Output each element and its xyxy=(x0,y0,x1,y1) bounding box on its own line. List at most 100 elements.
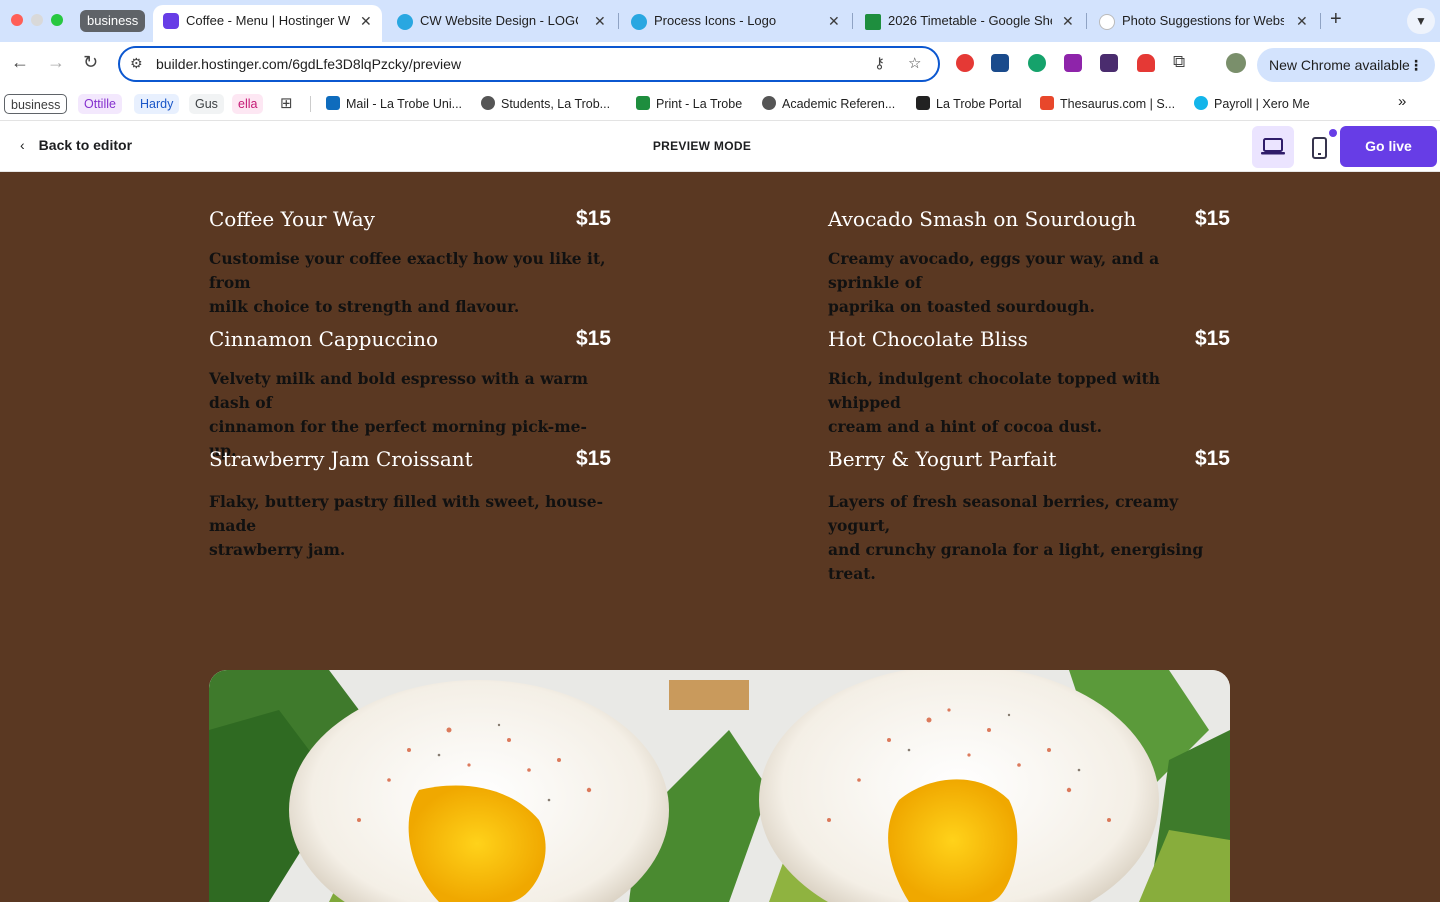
adblock-plus-extension-icon[interactable] xyxy=(956,54,974,72)
bookmark-label: Academic Referen... xyxy=(782,97,896,111)
menu-item-name: Cinnamon Cappuccino xyxy=(209,327,439,351)
description-line: Layers of fresh seasonal berries, creamy… xyxy=(828,492,1179,535)
bookmark-label: Payroll | Xero Me xyxy=(1214,97,1310,111)
latrobe-icon xyxy=(762,96,776,110)
bookmark-academic-referencing[interactable]: Academic Referen... xyxy=(762,96,895,111)
tab-title: Process Icons - Logo xyxy=(654,13,777,28)
minimize-window-button[interactable] xyxy=(31,14,43,26)
back-arrow-icon[interactable]: ← xyxy=(11,52,29,73)
google-sheets-favicon-icon xyxy=(865,14,881,30)
new-tab-plus-icon[interactable]: + xyxy=(1330,8,1342,31)
menu-item-name: Coffee Your Way xyxy=(209,207,375,231)
browser-tab-photo-suggestions[interactable]: Photo Suggestions for Webs ✕ xyxy=(1089,6,1317,36)
go-live-button[interactable]: Go live xyxy=(1340,126,1437,167)
description-line: Rich, indulgent chocolate topped with wh… xyxy=(828,369,1161,412)
apps-grid-icon[interactable]: ⊞ xyxy=(280,94,293,112)
menu-item-name: Avocado Smash on Sourdough xyxy=(828,207,1137,231)
menu-item-name: Hot Chocolate Bliss xyxy=(828,327,1028,351)
menu-item-description: Flaky, buttery pastry filled with sweet,… xyxy=(209,490,611,562)
menu-item-description: Rich, indulgent chocolate topped with wh… xyxy=(828,367,1230,439)
menu-item-description: Customise your coffee exactly how you li… xyxy=(209,247,611,319)
menu-item-price: $15 xyxy=(575,327,611,350)
tab-search-chevron-icon[interactable]: ▼ xyxy=(1407,8,1435,34)
bookmark-group-ella[interactable]: ella xyxy=(232,94,264,114)
menu-item-name: Berry & Yogurt Parfait xyxy=(828,447,1057,471)
new-chrome-available-button[interactable]: New Chrome available ⋮ xyxy=(1257,48,1435,82)
close-tab-icon[interactable]: ✕ xyxy=(594,6,606,36)
bookmark-label: Students, La Trob... xyxy=(501,97,611,111)
tab-title: Photo Suggestions for Webs xyxy=(1122,13,1284,28)
password-key-icon[interactable]: ⚷ xyxy=(874,54,885,72)
bookmark-group-ottille[interactable]: Ottille xyxy=(78,94,122,114)
maximize-window-button[interactable] xyxy=(51,14,63,26)
bookmark-latrobe-portal[interactable]: La Trobe Portal xyxy=(916,96,1021,111)
description-line: Flaky, buttery pastry filled with sweet,… xyxy=(209,492,604,535)
bookmark-mail-latrobe[interactable]: Mail - La Trobe Uni... xyxy=(326,96,462,111)
menu-item-price: $15 xyxy=(1194,207,1230,230)
extension-icon[interactable] xyxy=(1064,54,1082,72)
site-info-tune-icon[interactable]: ⚙ xyxy=(130,55,143,72)
browser-toolbar: ← → ↻ ⚙ builder.hostinger.com/6gdLfe3D8l… xyxy=(0,42,1440,88)
bookmark-print-latrobe[interactable]: Print - La Trobe xyxy=(636,96,742,111)
tab-separator xyxy=(1320,13,1321,29)
browser-tab-hostinger[interactable]: Coffee - Menu | Hostinger W ✕ xyxy=(153,5,382,42)
description-line: and crunchy granola for a light, energis… xyxy=(828,540,1204,583)
browser-tab-cw-design[interactable]: CW Website Design - LOGO ✕ xyxy=(387,6,615,36)
menu-item-price: $15 xyxy=(575,447,611,470)
laptop-icon xyxy=(1261,138,1285,155)
bookmark-star-icon[interactable]: ☆ xyxy=(908,54,921,72)
tab-separator xyxy=(618,13,619,29)
description-line: strawberry jam. xyxy=(209,540,346,559)
description-line: Creamy avocado, eggs your way, and a spr… xyxy=(828,249,1160,292)
desktop-view-button[interactable] xyxy=(1252,126,1294,168)
close-tab-icon[interactable]: ✕ xyxy=(360,5,372,37)
bookmark-students-latrobe[interactable]: Students, La Trob... xyxy=(481,96,610,111)
tab-title: CW Website Design - LOGO xyxy=(420,13,578,28)
mobile-view-button[interactable] xyxy=(1302,126,1338,168)
browser-tab-timetable[interactable]: 2026 Timetable - Google She ✕ xyxy=(855,6,1083,36)
close-tab-icon[interactable]: ✕ xyxy=(828,6,840,36)
menu-item-name: Strawberry Jam Croissant xyxy=(209,447,473,471)
menu-item-price: $15 xyxy=(1194,447,1230,470)
extension-icon[interactable] xyxy=(1100,54,1118,72)
description-line: Velvety milk and bold espresso with a wa… xyxy=(209,369,589,412)
close-window-button[interactable] xyxy=(11,14,23,26)
tab-title: Coffee - Menu | Hostinger W xyxy=(186,13,350,28)
poached-eggs-avocado-photo xyxy=(209,670,1230,902)
bookmark-label: Mail - La Trobe Uni... xyxy=(346,97,463,111)
close-tab-icon[interactable]: ✕ xyxy=(1296,6,1308,36)
canva-favicon-icon xyxy=(631,14,647,30)
menu-item-price: $15 xyxy=(575,207,611,230)
portal-icon xyxy=(916,96,930,110)
extensions-puzzle-icon[interactable]: ⧉ xyxy=(1173,52,1185,72)
bookmark-group-business[interactable]: business xyxy=(4,94,68,114)
browser-tab-process-icons[interactable]: Process Icons - Logo ✕ xyxy=(621,6,849,36)
bookmarks-bar: business Ottille Hardy Gus ella ⊞ Mail -… xyxy=(0,88,1440,121)
bookmark-separator xyxy=(310,96,311,112)
bookmark-label: Thesaurus.com | S... xyxy=(1060,97,1176,111)
reader-extension-icon[interactable] xyxy=(991,54,1009,72)
tab-group-label[interactable]: business xyxy=(80,10,146,32)
chatgpt-favicon-icon xyxy=(1099,14,1115,30)
ghost-extension-icon[interactable] xyxy=(1137,54,1155,72)
food-image xyxy=(209,670,1230,902)
bookmark-label: La Trobe Portal xyxy=(936,97,1022,111)
bookmark-group-gus[interactable]: Gus xyxy=(189,94,224,114)
bookmark-payroll-xero[interactable]: Payroll | Xero Me xyxy=(1194,96,1310,111)
more-bookmarks-icon[interactable]: » xyxy=(1398,93,1406,110)
reload-icon[interactable]: ↻ xyxy=(83,52,98,73)
bookmark-label: Print - La Trobe xyxy=(656,97,743,111)
canva-favicon-icon xyxy=(397,14,413,30)
address-url[interactable]: builder.hostinger.com/6gdLfe3D8lqPzcky/p… xyxy=(156,56,461,72)
bookmark-group-hardy[interactable]: Hardy xyxy=(134,94,180,114)
bookmark-thesaurus[interactable]: Thesaurus.com | S... xyxy=(1040,96,1175,111)
close-tab-icon[interactable]: ✕ xyxy=(1062,6,1074,36)
notification-dot xyxy=(1329,129,1337,137)
profile-avatar[interactable] xyxy=(1226,53,1246,73)
browser-tab-strip: business Coffee - Menu | Hostinger W ✕ C… xyxy=(0,0,1440,42)
address-bar[interactable]: ⚙ builder.hostinger.com/6gdLfe3D8lqPzcky… xyxy=(118,46,940,82)
more-menu-icon[interactable]: ⋮ xyxy=(1409,48,1423,82)
grammarly-extension-icon[interactable] xyxy=(1028,54,1046,72)
tab-title: 2026 Timetable - Google She xyxy=(888,13,1052,28)
forward-arrow-icon[interactable]: → xyxy=(47,52,65,73)
